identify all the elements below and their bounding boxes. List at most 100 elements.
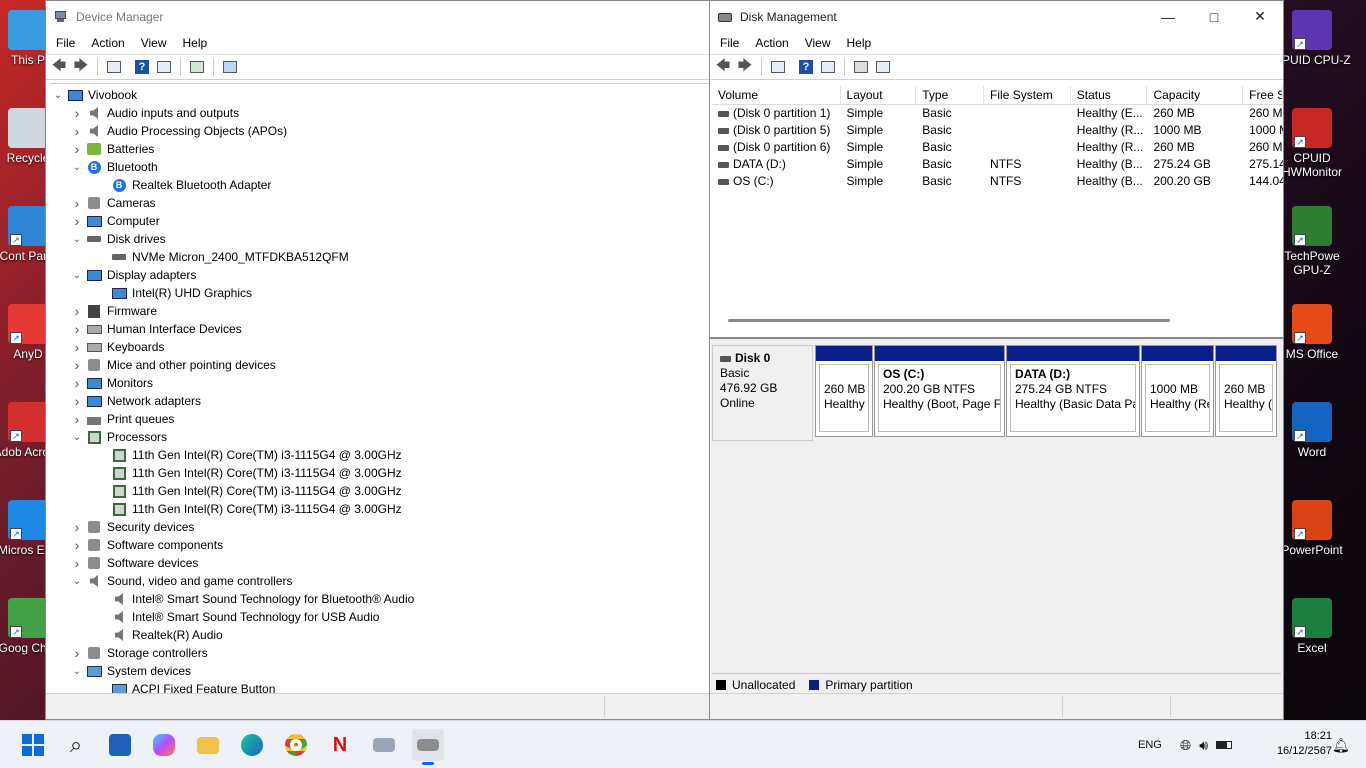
menu-action[interactable]: Action: [747, 36, 796, 50]
column-header-6[interactable]: Free S: [1243, 86, 1283, 104]
device-category[interactable]: › Software components: [50, 536, 709, 554]
device-category[interactable]: ⌄ Disk drives: [50, 230, 709, 248]
partition-block[interactable]: DATA (D:) 275.24 GB NTFS Healthy (Basic Da…: [1006, 345, 1140, 437]
device-item[interactable]: 11th Gen Intel(R) Core(TM) i3-1115G4 @ 3…: [50, 464, 709, 482]
chevron-right-icon[interactable]: ›: [71, 213, 83, 229]
horizontal-scrollbar[interactable]: [728, 319, 1170, 322]
device-item[interactable]: Intel® Smart Sound Technology for USB Au…: [50, 608, 709, 626]
volume-row[interactable]: (Disk 0 partition 1) Simple Basic Healthy (…: [712, 105, 1283, 122]
chevron-right-icon[interactable]: ›: [71, 519, 83, 535]
device-category[interactable]: › Monitors: [50, 374, 709, 392]
scan-hardware-icon[interactable]: [221, 58, 239, 76]
rescan-disks-icon[interactable]: [852, 58, 870, 76]
chevron-right-icon[interactable]: ›: [71, 339, 83, 355]
menu-file[interactable]: File: [712, 36, 747, 50]
chevron-right-icon[interactable]: ›: [71, 393, 83, 409]
back-arrow-icon[interactable]: 🡄: [714, 57, 732, 76]
device-item[interactable]: 11th Gen Intel(R) Core(TM) i3-1115G4 @ 3…: [50, 482, 709, 500]
show-hide-console-tree-icon[interactable]: [769, 58, 787, 76]
chevron-down-icon[interactable]: ⌄: [71, 666, 83, 677]
chevron-right-icon[interactable]: ›: [71, 375, 83, 391]
partition-block[interactable]: OS (C:) 200.20 GB NTFS Healthy (Boot, Page…: [874, 345, 1005, 437]
netflix-button[interactable]: N: [324, 729, 356, 761]
device-category[interactable]: › Audio Processing Objects (APOs): [50, 122, 709, 140]
device-item[interactable]: 11th Gen Intel(R) Core(TM) i3-1115G4 @ 3…: [50, 500, 709, 518]
device-category[interactable]: › Audio inputs and outputs: [50, 104, 709, 122]
desktop-icon-right-6[interactable]: ↗ Excel: [1272, 598, 1352, 655]
menu-file[interactable]: File: [48, 36, 83, 50]
close-button[interactable]: ✕: [1237, 1, 1283, 32]
device-category[interactable]: ⌄ Display adapters: [50, 266, 709, 284]
device-category[interactable]: › Storage controllers: [50, 644, 709, 662]
store-button[interactable]: [104, 729, 136, 761]
device-item[interactable]: Intel® Smart Sound Technology for Blueto…: [50, 590, 709, 608]
minimize-button[interactable]: —: [1145, 1, 1191, 32]
disk-0-label[interactable]: Disk 0 Basic 476.92 GB Online: [712, 345, 813, 441]
chevron-down-icon[interactable]: ⌄: [71, 576, 83, 587]
device-category[interactable]: ⌄ Sound, video and game controllers: [50, 572, 709, 590]
device-category[interactable]: › Network adapters: [50, 392, 709, 410]
column-header-5[interactable]: Capacity: [1147, 86, 1244, 104]
chevron-right-icon[interactable]: ›: [71, 537, 83, 553]
forward-arrow-icon[interactable]: 🡆: [736, 57, 754, 76]
column-header-0[interactable]: Volume: [712, 86, 841, 104]
file-explorer-button[interactable]: [192, 729, 224, 761]
tree-root[interactable]: ⌄ Vivobook: [50, 86, 709, 104]
device-category[interactable]: › Cameras: [50, 194, 709, 212]
device-category[interactable]: › Computer: [50, 212, 709, 230]
notification-button[interactable]: 🔔︎: [1332, 721, 1350, 768]
chevron-down-icon[interactable]: ⌄: [52, 90, 64, 101]
chevron-down-icon[interactable]: ⌄: [71, 270, 83, 281]
disk-management-taskbar-button[interactable]: [412, 729, 444, 765]
menu-view[interactable]: View: [797, 36, 839, 50]
column-header-3[interactable]: File System: [984, 86, 1071, 104]
volume-list[interactable]: Volume Layout Type File System Status Capacit…: [712, 86, 1283, 326]
chevron-right-icon[interactable]: ›: [71, 105, 83, 121]
chevron-right-icon[interactable]: ›: [71, 195, 83, 211]
chevron-right-icon[interactable]: ›: [71, 123, 83, 139]
volume-row[interactable]: DATA (D:) Simple Basic NTFS Healthy (B... 275…: [712, 156, 1283, 173]
settings-icon[interactable]: [874, 58, 892, 76]
menu-action[interactable]: Action: [83, 36, 132, 50]
copilot-button[interactable]: [148, 729, 180, 761]
clock[interactable]: 18:21 16/12/2567: [1277, 729, 1332, 759]
chevron-right-icon[interactable]: ›: [71, 555, 83, 571]
menu-help[interactable]: Help: [839, 36, 880, 50]
search-button[interactable]: ⌕: [60, 729, 92, 761]
partition-block[interactable]: 260 MB Healthy (: [1215, 345, 1277, 437]
column-header-4[interactable]: Status: [1071, 86, 1148, 104]
properties-icon[interactable]: [819, 58, 837, 76]
properties-icon[interactable]: [155, 58, 173, 76]
device-category[interactable]: › Keyboards: [50, 338, 709, 356]
chevron-right-icon[interactable]: ›: [71, 357, 83, 373]
device-category[interactable]: ⌄ Processors: [50, 428, 709, 446]
device-category[interactable]: › Firmware: [50, 302, 709, 320]
chevron-right-icon[interactable]: ›: [71, 141, 83, 157]
start-button[interactable]: [17, 729, 49, 761]
partition-block[interactable]: 1000 MB Healthy (Re: [1141, 345, 1214, 437]
menu-help[interactable]: Help: [175, 36, 216, 50]
device-item[interactable]: Intel(R) UHD Graphics: [50, 284, 709, 302]
help-icon[interactable]: ?: [133, 58, 151, 76]
desktop-icon-right-0[interactable]: ↗ CPUID CPU-Z: [1272, 10, 1352, 67]
edge-button[interactable]: [236, 729, 268, 761]
forward-arrow-icon[interactable]: 🡆: [72, 57, 90, 76]
device-item[interactable]: B Realtek Bluetooth Adapter: [50, 176, 709, 194]
device-tree[interactable]: ⌄ Vivobook › Audio inputs and outputs › Audio…: [50, 83, 709, 693]
device-item[interactable]: ACPI Fixed Feature Button: [50, 680, 709, 693]
volume-row[interactable]: (Disk 0 partition 6) Simple Basic Healthy (…: [712, 139, 1283, 156]
desktop-icon-right-4[interactable]: ↗ Word: [1272, 402, 1352, 459]
chevron-right-icon[interactable]: ›: [71, 645, 83, 661]
partition-block[interactable]: 260 MB Healthy: [815, 345, 873, 437]
device-category[interactable]: ⌄ B Bluetooth: [50, 158, 709, 176]
device-category[interactable]: › Human Interface Devices: [50, 320, 709, 338]
desktop-icon-right-1[interactable]: ↗ CPUID HWMonitor: [1272, 108, 1352, 179]
device-category[interactable]: ⌄ System devices: [50, 662, 709, 680]
chevron-right-icon[interactable]: ›: [71, 411, 83, 427]
desktop-icon-right-3[interactable]: ↗ MS Office: [1272, 304, 1352, 361]
system-tray[interactable]: 🌐︎ 🔊︎: [1180, 721, 1233, 768]
desktop-icon-right-5[interactable]: ↗ PowerPoint: [1272, 500, 1352, 557]
chevron-right-icon[interactable]: ›: [71, 321, 83, 337]
help-icon[interactable]: ?: [797, 58, 815, 76]
chevron-down-icon[interactable]: ⌄: [71, 432, 83, 443]
